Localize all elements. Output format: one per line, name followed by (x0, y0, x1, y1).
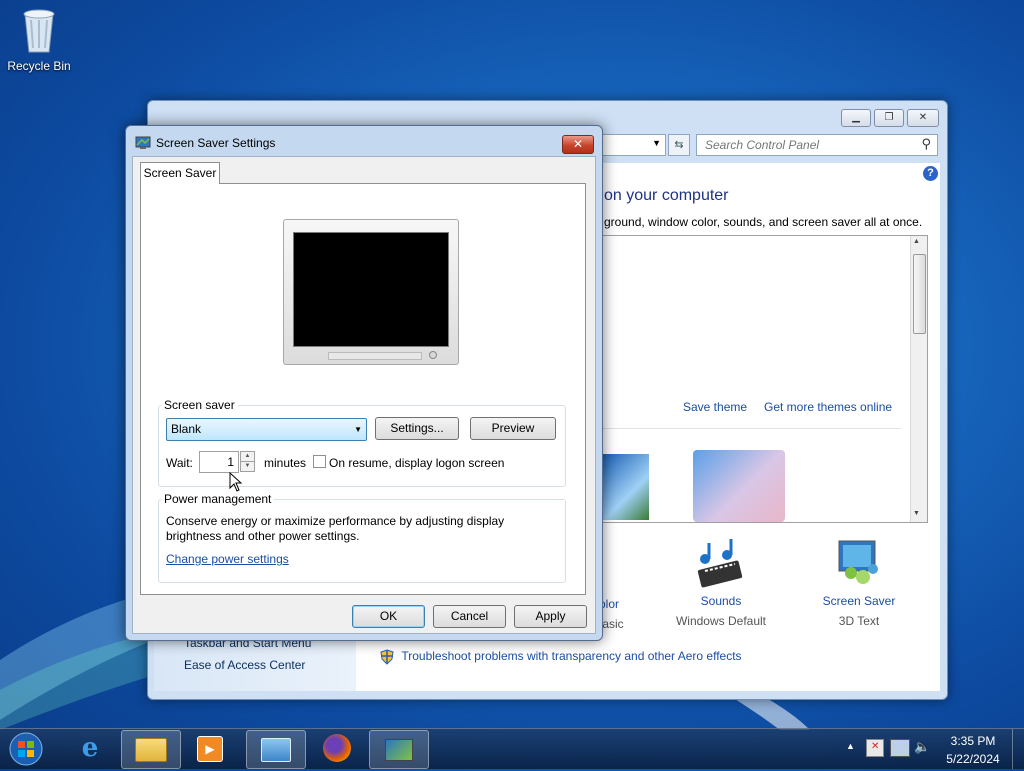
dialog-title: Screen Saver Settings (156, 136, 276, 150)
troubleshoot-link[interactable]: Troubleshoot problems with transparency … (401, 649, 741, 663)
page-subtitle: ground, window color, sounds, and screen… (604, 215, 923, 229)
screen-saver-group-label: Screen saver (161, 398, 238, 412)
scroll-down-icon[interactable]: ▼ (913, 510, 920, 517)
screen-saver-icon (838, 540, 878, 584)
clock-date: 5/22/2024 (946, 752, 1000, 766)
preview-screen (293, 232, 449, 347)
preview-monitor (283, 219, 459, 365)
sounds-item[interactable]: Sounds Windows Default (666, 537, 776, 628)
taskbar-media-player[interactable]: ▶ (181, 730, 239, 767)
internet-explorer-icon: e (81, 733, 99, 763)
apply-button[interactable]: Apply (514, 605, 587, 628)
close-icon: ✕ (572, 137, 584, 151)
chevron-down-icon: ▼ (354, 425, 362, 434)
scroll-up-icon[interactable]: ▲ (913, 238, 920, 245)
refresh-icon[interactable]: ⇆ (668, 134, 690, 156)
desktop-icon-recycle-bin[interactable]: Recycle Bin (6, 6, 72, 73)
resume-logon-checkbox[interactable] (313, 455, 326, 468)
taskbar-internet-explorer[interactable]: e (61, 730, 119, 767)
shield-icon (380, 649, 394, 665)
wait-minutes-value: 1 (227, 455, 234, 469)
mouse-cursor-icon (229, 472, 243, 492)
screen-saver-label: Screen Saver (822, 594, 896, 608)
spin-up-icon[interactable]: ▲ (240, 451, 255, 462)
screen-saver-select-value: Blank (171, 422, 202, 436)
control-panel-icon (261, 738, 291, 762)
start-orb-icon (9, 732, 43, 766)
dialog-close-button[interactable]: ✕ (562, 135, 594, 154)
screen-saver-item[interactable]: Screen Saver 3D Text (804, 537, 914, 628)
settings-button[interactable]: Settings... (375, 417, 459, 440)
clock[interactable]: 3:35 PM 5/22/2024 (940, 734, 1006, 766)
search-input[interactable]: Search Control Panel ⚲ (696, 134, 938, 156)
monitor-power-led-icon (429, 351, 437, 359)
monitor-base-slot (328, 352, 422, 360)
sounds-label: Sounds (700, 594, 742, 608)
volume-muted-icon[interactable]: 🔈 (914, 739, 930, 755)
preview-button[interactable]: Preview (470, 417, 556, 440)
ok-button[interactable]: OK (352, 605, 425, 628)
minutes-label: minutes (264, 456, 307, 470)
power-text-line-1: Conserve energy or maximize performance … (166, 514, 505, 528)
power-text-line-2: brightness and other power settings. (166, 529, 360, 543)
clock-time: 3:35 PM (950, 734, 996, 748)
search-icon[interactable]: ⚲ (921, 136, 931, 152)
sounds-icon (697, 539, 743, 588)
sounds-sub: Windows Default (675, 614, 767, 628)
close-button[interactable]: ✕ (907, 109, 939, 127)
wait-spinner[interactable]: ▲ ▼ (240, 451, 255, 472)
screen-saver-settings-dialog[interactable]: Screen Saver Settings ✕ Screen Saver Scr… (125, 125, 603, 641)
cancel-button[interactable]: Cancel (433, 605, 506, 628)
troubleshoot-row[interactable]: Troubleshoot problems with transparency … (380, 649, 742, 665)
screen-saver-settings-icon (135, 136, 151, 149)
media-player-icon: ▶ (197, 736, 223, 762)
tab-panel: Screen saver Blank ▼ Settings... Preview… (140, 183, 586, 595)
page-title: on your computer (604, 187, 729, 204)
divider (603, 428, 901, 429)
save-theme-link[interactable]: Save theme (683, 400, 747, 414)
screen-saver-sub: 3D Text (838, 614, 880, 628)
get-more-themes-link[interactable]: Get more themes online (764, 400, 892, 414)
wait-label: Wait: (166, 456, 193, 470)
recycle-bin-icon (23, 9, 55, 53)
show-desktop-button[interactable] (1012, 729, 1024, 769)
theme-list[interactable]: Save theme Get more themes online ▲ ▼ (602, 235, 928, 523)
taskbar-screen-saver-settings[interactable] (369, 730, 429, 769)
screen-saver-settings-icon (385, 739, 413, 761)
show-hidden-icons-icon[interactable]: ▲ (846, 741, 855, 751)
windows-explorer-icon (135, 738, 167, 762)
search-placeholder: Search Control Panel (705, 138, 820, 152)
scrollbar-thumb[interactable] (913, 254, 926, 334)
action-center-flag-icon[interactable]: ✕ (866, 739, 884, 757)
change-power-settings-link[interactable]: Change power settings (166, 552, 289, 566)
spin-down-icon[interactable]: ▼ (240, 462, 255, 472)
desktop-icon-label: Recycle Bin (7, 59, 71, 73)
screen-saver-select[interactable]: Blank ▼ (166, 418, 367, 441)
taskbar: e ▶ ▲ ✕ 🔈 3:35 PM 5/22/2024 (0, 728, 1024, 769)
firefox-icon (323, 734, 351, 762)
resume-logon-label: On resume, display logon screen (329, 456, 505, 470)
maximize-button[interactable]: ❐ (874, 109, 904, 127)
scrollbar[interactable]: ▲ ▼ (910, 236, 927, 522)
power-management-label: Power management (161, 492, 275, 506)
network-icon[interactable] (890, 739, 910, 757)
chevron-down-icon[interactable]: ▼ (652, 138, 661, 148)
help-icon[interactable]: ? (923, 166, 938, 181)
start-button[interactable] (6, 730, 46, 768)
ease-of-access-link[interactable]: Ease of Access Center (184, 658, 305, 672)
wait-minutes-input[interactable]: 1 (199, 451, 239, 473)
theme-thumbnail[interactable] (693, 450, 785, 522)
dialog-body: Screen Saver Screen saver Blank ▼ Settin… (132, 156, 596, 634)
minimize-button[interactable]: ▁ (841, 109, 871, 127)
taskbar-control-panel[interactable] (246, 730, 306, 769)
taskbar-firefox[interactable] (308, 730, 366, 767)
tab-screen-saver[interactable]: Screen Saver (140, 162, 220, 184)
theme-thumbnail[interactable] (603, 454, 649, 520)
taskbar-windows-explorer[interactable] (121, 730, 181, 769)
address-bar[interactable]: ▼ (600, 134, 666, 156)
